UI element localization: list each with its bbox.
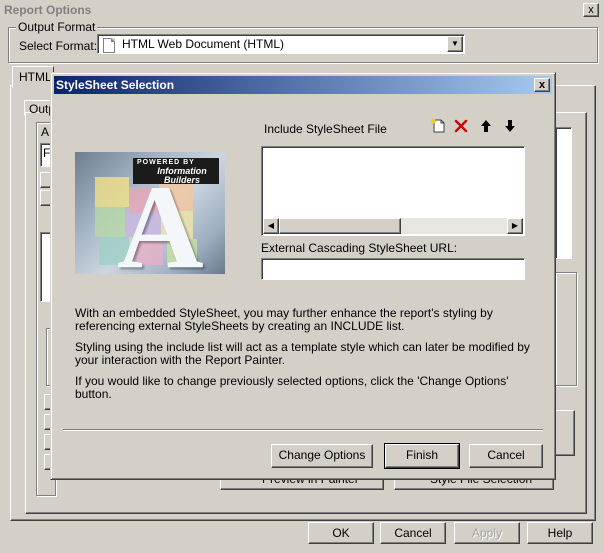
dialog-separator: [63, 429, 543, 431]
format-select-value: HTML Web Document (HTML): [122, 37, 285, 51]
select-format-label: Select Format:: [19, 39, 98, 53]
chevron-down-icon[interactable]: ▼: [447, 36, 463, 52]
css-url-input[interactable]: [261, 258, 525, 280]
format-select[interactable]: HTML Web Document (HTML) ▼: [97, 34, 465, 54]
dialog-cancel-button[interactable]: Cancel: [469, 444, 543, 468]
scroll-thumb[interactable]: [279, 218, 401, 234]
change-options-button[interactable]: Change Options: [271, 444, 373, 468]
scroll-left-icon[interactable]: ◀: [263, 218, 279, 234]
include-stylesheet-list[interactable]: ◀ ▶: [261, 146, 525, 236]
tab-html-label: HTML: [19, 70, 52, 84]
include-stylesheet-label: Include StyleSheet File: [264, 122, 387, 136]
background-control[interactable]: [555, 410, 575, 456]
main-title-bar: Report Options x: [0, 0, 604, 20]
dialog-close-button[interactable]: x: [534, 78, 550, 92]
main-close-button[interactable]: x: [583, 3, 599, 17]
dialog-title-bar: StyleSheet Selection x: [54, 76, 552, 94]
main-window-title: Report Options: [4, 3, 92, 17]
css-url-label: External Cascading StyleSheet URL:: [261, 241, 458, 255]
new-file-icon[interactable]: [431, 118, 447, 134]
info-text-change-options: If you would like to change previously s…: [75, 374, 509, 401]
stylesheet-selection-dialog: StyleSheet Selection x POWERED BY Inform…: [50, 72, 556, 480]
background-list[interactable]: [555, 127, 572, 259]
background-group-label: A: [41, 125, 50, 139]
horizontal-scrollbar[interactable]: ◀ ▶: [263, 218, 523, 234]
move-up-icon[interactable]: [478, 118, 494, 134]
information-builders-logo: POWERED BY Information Builders A: [75, 152, 225, 274]
info-text-include: With an embedded StyleSheet, you may fur…: [75, 306, 493, 333]
apply-button[interactable]: Apply: [454, 522, 520, 544]
output-format-group-label: Output Format: [16, 20, 98, 34]
scroll-right-icon[interactable]: ▶: [507, 218, 523, 234]
delete-icon[interactable]: [453, 118, 469, 134]
cancel-button[interactable]: Cancel: [380, 522, 446, 544]
background-group-box: [555, 272, 577, 386]
ok-button[interactable]: OK: [308, 522, 374, 544]
help-button[interactable]: Help: [527, 522, 593, 544]
logo-letter: A: [117, 160, 204, 275]
move-down-icon[interactable]: [502, 118, 518, 134]
finish-button[interactable]: Finish: [384, 443, 460, 469]
tab-html[interactable]: HTML: [12, 66, 54, 88]
document-icon: [103, 38, 115, 53]
info-text-template: Styling using the include list will act …: [75, 340, 530, 367]
dialog-title: StyleSheet Selection: [56, 78, 175, 92]
